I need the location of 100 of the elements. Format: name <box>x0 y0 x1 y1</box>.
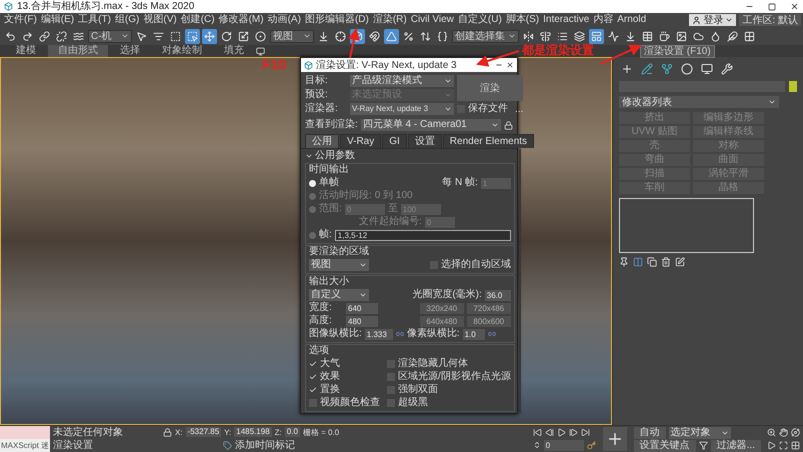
toolbar-button[interactable] <box>367 28 382 44</box>
coordinate-label: Z: <box>274 428 282 436</box>
script-listener-field[interactable] <box>0 426 50 439</box>
toolbar-button[interactable] <box>202 28 217 44</box>
menu-item[interactable]: 图形编辑器(D) <box>302 13 371 27</box>
group-title: 要渲染的区域 <box>309 246 370 258</box>
spinner-field[interactable]: 480 <box>346 316 378 326</box>
spinner-field[interactable]: 640 <box>346 302 378 314</box>
rollout-title[interactable]: 公用参数 <box>315 150 355 162</box>
checkbox-label: 置换 <box>320 384 340 396</box>
ribbon-tab[interactable]: 建模 <box>6 45 46 57</box>
toolbar-button[interactable] <box>572 28 587 44</box>
size-preset-button[interactable]: 800x600 <box>466 316 511 326</box>
spinner-field[interactable]: 1.333 <box>364 328 393 340</box>
frame-field[interactable]: 0 <box>544 440 584 450</box>
spinner-field[interactable]: 1.0 <box>462 328 485 340</box>
hierarchy-icon <box>661 63 673 75</box>
menu-item[interactable]: 内容 <box>591 13 616 27</box>
toolbar-button[interactable] <box>185 28 200 44</box>
field-label: 像素纵横比: <box>406 328 460 340</box>
radio-button[interactable] <box>309 192 316 200</box>
coordinate-field[interactable]: 0.0 <box>284 427 300 437</box>
more-button[interactable]: ... <box>515 104 524 114</box>
view-dropdown[interactable]: 四元菜单 4 - Camera01 <box>360 119 501 131</box>
menu-item[interactable]: 编辑(E) <box>38 13 76 27</box>
renderer-dropdown[interactable]: V-Ray Next, update 3 <box>350 103 454 115</box>
set-key-button[interactable] <box>602 427 627 451</box>
menu-item[interactable]: 修改器(M) <box>216 13 266 27</box>
menu-item[interactable]: 组(G) <box>112 13 142 27</box>
toolbar-button[interactable] <box>54 28 69 44</box>
menu-item[interactable]: 视图(V) <box>141 13 179 27</box>
radio-button[interactable] <box>309 232 316 238</box>
annotation-text: F10 <box>262 56 286 72</box>
link-icon <box>39 30 50 42</box>
ribbon-tab[interactable]: 选择 <box>110 45 150 57</box>
toolbar-button[interactable] <box>589 28 604 44</box>
layout-icon <box>591 30 602 42</box>
orbit-icon <box>791 428 800 437</box>
size-preset-button[interactable]: 320x240 <box>420 302 464 314</box>
checkbox-label: 保存文件 <box>468 103 508 115</box>
toolbar-button[interactable] <box>538 28 553 44</box>
toolbar-button[interactable] <box>37 28 52 44</box>
dialog-tab[interactable]: V-Ray <box>340 134 382 148</box>
menu-item[interactable]: 工具(T) <box>76 13 113 27</box>
dialog-tab[interactable]: Render Elements <box>442 134 534 148</box>
render-button[interactable]: 渲染 <box>457 75 524 101</box>
toolbar-dropdown[interactable]: 视图 <box>270 30 314 42</box>
menu-item[interactable]: Civil View <box>408 13 456 27</box>
coordinate-field[interactable]: 1485.198 <box>234 427 272 437</box>
toolbar-button[interactable] <box>521 28 536 44</box>
auto-key-button[interactable]: 自动 <box>634 426 666 438</box>
script-field[interactable]: MAXScript 迷 <box>0 439 50 452</box>
up-down-arrow-icon <box>420 30 431 42</box>
radio-button[interactable] <box>309 180 316 186</box>
checkbox[interactable] <box>309 386 317 394</box>
toolbar-button[interactable] <box>606 28 621 44</box>
ribbon-tab[interactable]: 对象绘制 <box>152 45 212 57</box>
toolbar-button[interactable] <box>253 28 268 44</box>
size-preset-button[interactable]: 720x486 <box>466 302 511 314</box>
unlink-icon <box>56 30 67 42</box>
menu-item[interactable]: 自定义(U) <box>456 13 504 27</box>
checkbox-label: 区域光源/阴影视作点光源 <box>398 371 511 383</box>
toolbar-dropdown[interactable]: 创建选择集 <box>452 30 519 42</box>
checkbox[interactable] <box>309 373 317 381</box>
toolbar-button[interactable] <box>384 28 399 44</box>
feather-icon <box>727 30 738 42</box>
spinner-field[interactable]: 36.0 <box>484 290 511 300</box>
radio-button[interactable] <box>309 206 316 212</box>
user-dropdown[interactable]: 登录 <box>689 14 736 26</box>
set-key-text-button[interactable]: 设置关键点 <box>634 440 696 452</box>
checkbox[interactable] <box>309 360 317 368</box>
dialog-tab[interactable]: 设置 <box>408 134 442 148</box>
time-tag-text[interactable]: 添加时间标记 <box>235 438 295 452</box>
field-label: 至 <box>388 203 398 215</box>
menu-item[interactable]: 创建(C) <box>178 13 217 27</box>
ribbon-tab[interactable]: 自由形式 <box>48 45 108 57</box>
time-range-text: 0 到 100 <box>374 190 413 202</box>
dialog-tab[interactable]: 公用 <box>305 134 339 148</box>
menu-item[interactable]: Arnold <box>615 13 648 27</box>
menu-item[interactable]: 脚本(S) <box>504 13 542 27</box>
dialog-tab[interactable]: GI <box>382 134 407 148</box>
ribbon-tab[interactable]: 填充 <box>214 45 254 57</box>
toolbar-dropdown[interactable]: C-机 <box>88 30 132 42</box>
modifier-list-dropdown[interactable]: 修改器列表 <box>619 96 779 108</box>
toolbar-button[interactable] <box>333 28 348 44</box>
toolbar-button[interactable] <box>657 28 672 44</box>
size-preset-button[interactable]: 640x480 <box>420 316 464 326</box>
workspace-dropdown[interactable]: 工作区: 默认 <box>739 14 801 26</box>
toolbar-button[interactable] <box>725 28 740 44</box>
menu-item[interactable]: 文件(F) <box>2 13 39 27</box>
coordinate-field[interactable]: -5327.85 <box>186 427 222 437</box>
filters-button[interactable]: 过滤器... <box>710 440 761 452</box>
frames-field[interactable]: 1,3,5-12 <box>334 230 511 240</box>
menu-item[interactable]: Interactive <box>541 13 592 27</box>
menu-item[interactable]: 渲染(R) <box>370 13 409 27</box>
color-swatch[interactable] <box>789 81 797 92</box>
sphere-icon <box>255 30 266 42</box>
list-icon <box>557 30 568 42</box>
menu-item[interactable]: 动画(A) <box>266 13 303 27</box>
area-dropdown[interactable]: 视图 <box>309 259 369 271</box>
